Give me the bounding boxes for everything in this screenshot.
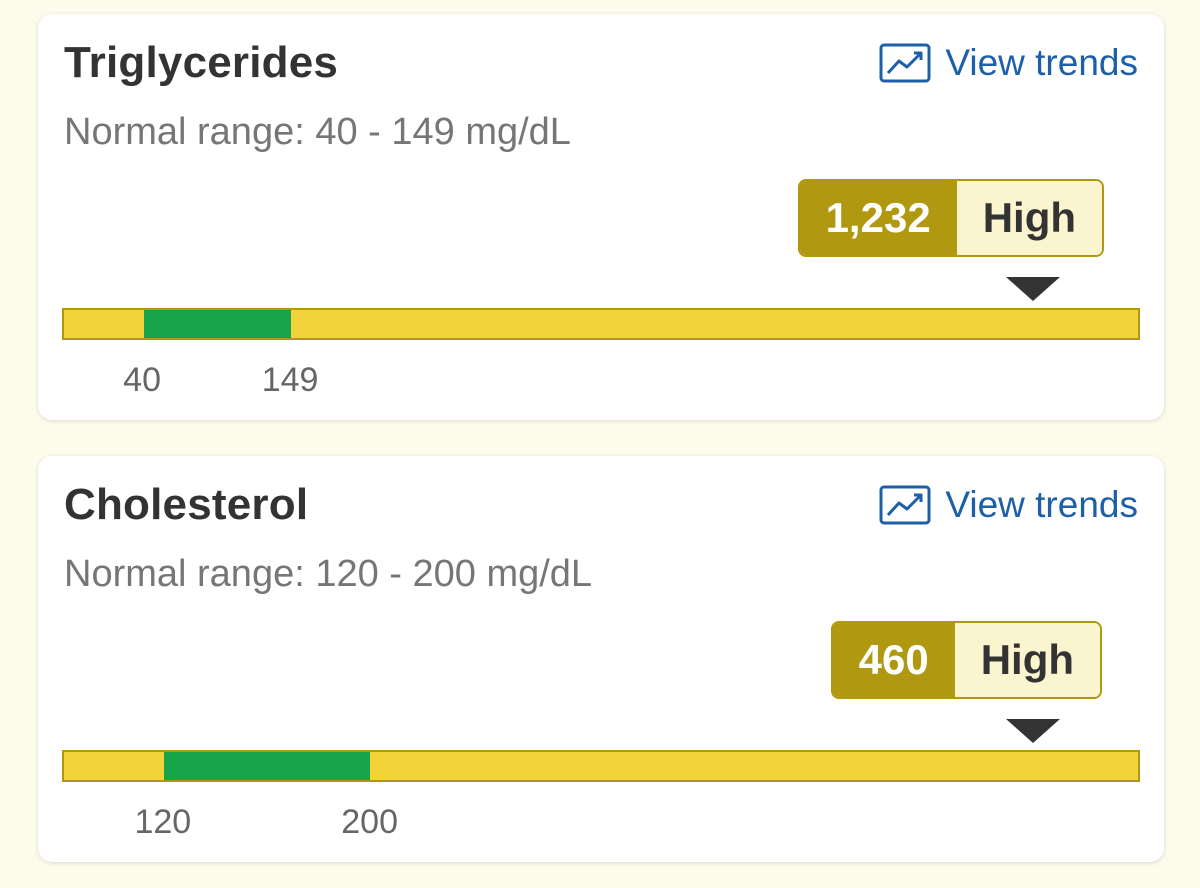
result-title: Triglycerides — [64, 38, 339, 87]
result-value: 460 — [832, 623, 955, 697]
lab-result-card-triglycerides: Triglycerides Normal range: 40 - 149 mg/… — [38, 14, 1164, 420]
normal-range-text: Normal range: 120 - 200 mg/dL — [64, 553, 593, 595]
result-value: 1,232 — [799, 181, 957, 255]
normal-range-text: Normal range: 40 - 149 mg/dL — [64, 111, 571, 153]
normal-low-tick-label: 40 — [123, 361, 162, 399]
normal-high-tick-label: 149 — [261, 361, 319, 399]
normal-high-tick-label: 200 — [341, 803, 398, 841]
view-trends-label: View trends — [945, 484, 1138, 525]
trend-chart-icon — [879, 485, 931, 525]
result-status: High — [954, 623, 1100, 697]
view-trends-link[interactable]: View trends — [879, 38, 1138, 88]
normal-range-segment — [143, 310, 292, 338]
result-value-badge: 1,232 High — [797, 179, 1104, 257]
triangle-down-icon — [1006, 277, 1060, 301]
view-trends-label: View trends — [945, 42, 1138, 83]
view-trends-link[interactable]: View trends — [879, 480, 1138, 530]
result-title: Cholesterol — [64, 480, 309, 529]
result-status: High — [956, 181, 1102, 255]
result-value-badge: 460 High — [830, 621, 1102, 699]
trend-chart-icon — [879, 43, 931, 83]
normal-low-tick-label: 120 — [134, 803, 192, 841]
normal-range-segment — [164, 752, 371, 780]
lab-result-card-cholesterol: Cholesterol Normal range: 120 - 200 mg/d… — [38, 456, 1164, 862]
triangle-down-icon — [1006, 719, 1060, 743]
range-bar — [62, 308, 1140, 340]
range-bar — [62, 750, 1140, 782]
